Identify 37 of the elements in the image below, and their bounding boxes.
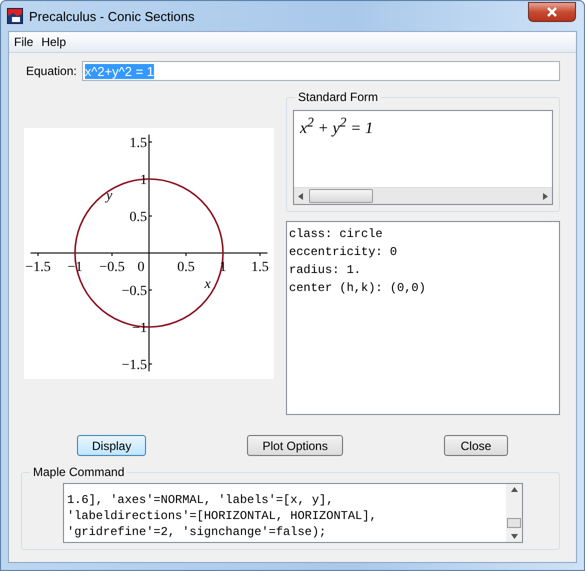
formula-text: x$^{2}$ + y$^{2}$ = 1	[300, 120, 374, 138]
horizontal-scrollbar[interactable]	[294, 187, 552, 204]
scroll-up-icon[interactable]	[510, 487, 518, 492]
info-line: class: circle	[289, 226, 384, 242]
command-line: 1.6], 'axes'=NORMAL, 'labels'=[x, y],	[67, 492, 334, 508]
x-tick-label: −0.5	[99, 260, 125, 275]
info-line: eccentricity: 0	[289, 244, 398, 260]
dialog-button[interactable]: Close	[444, 435, 508, 456]
y-tick-label: −0.5	[122, 284, 147, 299]
close-icon[interactable]	[528, 2, 576, 22]
group-title: Maple Command	[30, 465, 128, 479]
x-tick-label: 1.5	[251, 260, 269, 275]
command-line: 'labeldirections'=[HORIZONTAL, HORIZONTAL],	[67, 508, 378, 524]
vertical-scrollbar[interactable]	[506, 484, 522, 542]
info-line: center (h,k): (0,0)	[289, 280, 427, 296]
app-icon	[7, 8, 23, 24]
scrollbar-thumb[interactable]	[507, 518, 521, 528]
group-title: Standard Form	[295, 90, 382, 104]
y-tick-label: −1.5	[122, 358, 147, 373]
y-tick-label: 1.5	[130, 136, 147, 151]
menu-item[interactable]: File	[11, 35, 36, 49]
x-tick-label: 0	[138, 260, 144, 275]
scroll-right-icon[interactable]	[543, 192, 548, 200]
x-tick-label: −1.5	[25, 260, 51, 275]
dialog-button[interactable]: Display	[77, 435, 146, 456]
info-line: radius: 1.	[289, 262, 362, 278]
window-title: Precalculus - Conic Sections	[29, 8, 196, 24]
dialog-button[interactable]: Plot Options	[247, 435, 343, 456]
scroll-down-icon[interactable]	[510, 534, 518, 539]
menu-item[interactable]: Help	[38, 35, 70, 49]
equation-label: Equation:	[26, 64, 77, 78]
y-axis-label: y	[106, 188, 112, 204]
x-axis-label: x	[204, 277, 211, 292]
scroll-left-icon[interactable]	[298, 192, 303, 200]
x-tick-label: 0.5	[177, 260, 195, 275]
command-line: 'gridrefine'=2, 'signchange'=false);	[67, 524, 328, 540]
y-tick-label: 0.5	[130, 210, 147, 225]
